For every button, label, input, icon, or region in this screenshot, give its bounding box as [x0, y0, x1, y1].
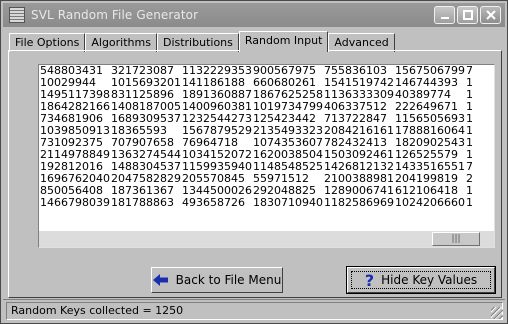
key-value: 493658726 — [182, 196, 245, 209]
app-window: SVL Random File Generator File Options A… — [0, 0, 508, 324]
focus-rect — [351, 271, 491, 289]
status-bar: Random Keys collected = 1250 — [3, 299, 505, 321]
key-value: 181788863 — [111, 196, 174, 209]
key-value: 1182586969 — [324, 196, 394, 209]
random-input-panel: 548803431 321723087 1132229353900567975 755… — [8, 50, 502, 298]
minimize-icon — [440, 17, 449, 19]
resize-grip-icon[interactable] — [491, 307, 503, 319]
key-value: 1466798039 — [40, 196, 110, 209]
arrow-left-icon — [152, 274, 168, 286]
key-value: 1830710940 — [253, 196, 323, 209]
app-icon[interactable] — [9, 7, 25, 23]
key-value: 1 — [466, 196, 473, 209]
list-item[interactable]: 1466798039181788863 493658726 183071094011… — [39, 197, 494, 209]
scrollbar-grip-icon: ||| — [451, 234, 461, 244]
back-to-file-menu-button[interactable]: Back to File Menu — [151, 267, 283, 293]
maximize-icon — [462, 10, 473, 20]
tab-random-input[interactable]: Random Input — [238, 31, 329, 52]
maximize-button[interactable] — [457, 6, 478, 24]
close-button[interactable] — [480, 6, 501, 24]
hide-key-values-button[interactable]: ? Hide Key Values — [346, 266, 496, 294]
tab-strip: File Options Algorithms Distributions Ra… — [9, 31, 395, 52]
close-icon — [485, 10, 496, 20]
keys-list-content: 548803431 321723087 1132229353900567975 755… — [39, 65, 494, 231]
window-title: SVL Random File Generator — [31, 8, 199, 22]
random-keys-list[interactable]: 548803431 321723087 1132229353900567975 755… — [38, 64, 495, 248]
back-button-label: Back to File Menu — [175, 273, 282, 287]
key-value: 1024206660 — [395, 196, 465, 209]
minimize-button[interactable] — [434, 6, 455, 24]
scrollbar-thumb[interactable]: ||| — [432, 232, 480, 246]
title-bar[interactable]: SVL Random File Generator — [3, 3, 505, 27]
status-text: Random Keys collected = 1250 — [6, 302, 503, 320]
horizontal-scrollbar[interactable]: ||| — [39, 231, 494, 247]
